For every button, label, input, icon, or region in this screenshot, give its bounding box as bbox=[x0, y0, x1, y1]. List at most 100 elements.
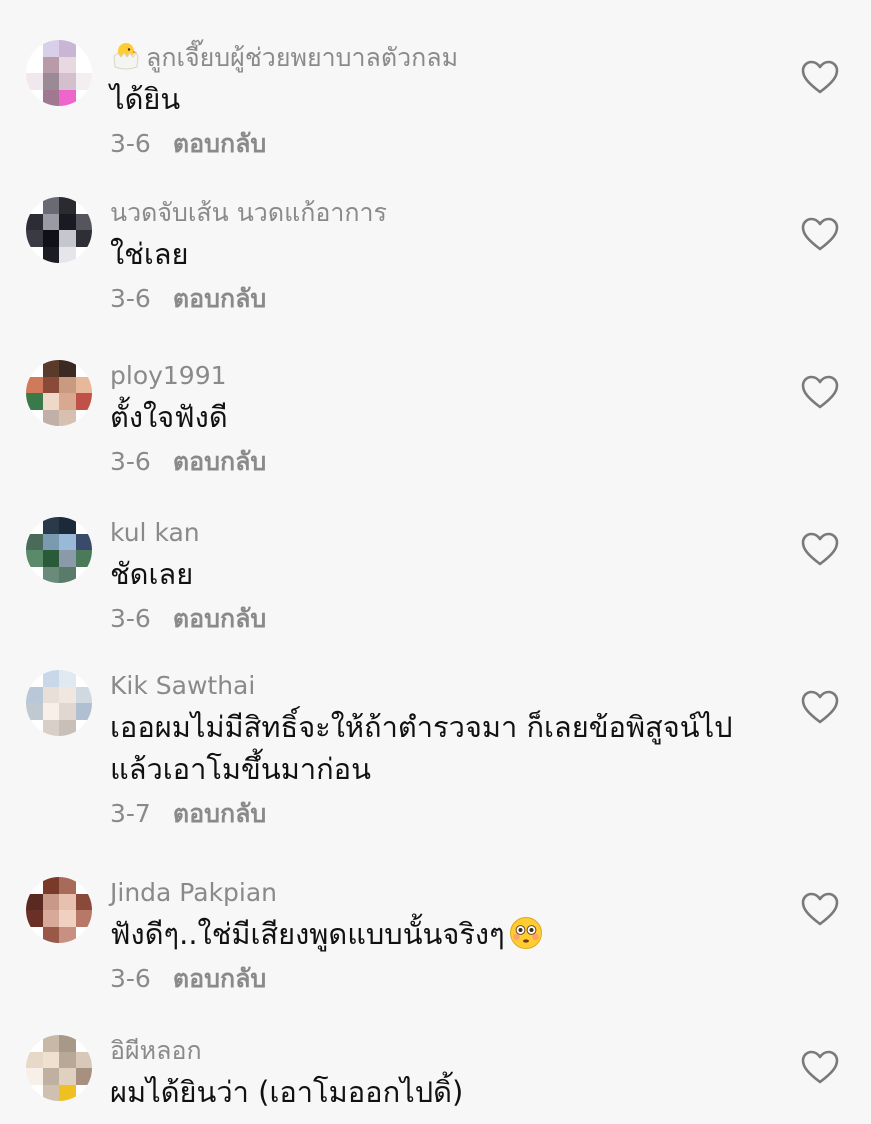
avatar-pixel bbox=[42, 197, 59, 214]
avatar-pixel bbox=[75, 360, 92, 377]
avatar-pixel bbox=[26, 1051, 43, 1068]
avatar-pixel bbox=[59, 409, 76, 426]
avatar-pixel bbox=[42, 40, 59, 57]
comment-date: 3-7 bbox=[110, 799, 151, 828]
avatar[interactable] bbox=[26, 197, 92, 263]
avatar-pixel bbox=[59, 719, 76, 736]
avatar-pixel bbox=[75, 409, 92, 426]
avatar-pixel bbox=[26, 197, 43, 214]
avatar-pixel bbox=[59, 703, 76, 720]
avatar-pixel bbox=[42, 73, 59, 90]
avatar-pixel bbox=[42, 670, 59, 687]
reply-button[interactable]: ตอบกลับ bbox=[173, 799, 266, 828]
reply-button[interactable]: ตอบกลับ bbox=[173, 129, 266, 158]
flushed-face-icon bbox=[509, 916, 543, 950]
heart-outline-icon[interactable] bbox=[800, 1048, 840, 1088]
username-text: Jinda Pakpian bbox=[110, 878, 278, 907]
avatar-pixel bbox=[75, 533, 92, 550]
comment-meta: 3-6 ตอบกลับ bbox=[110, 963, 771, 995]
reply-button[interactable]: ตอบกลับ bbox=[173, 447, 266, 476]
comment-text: ตั้งใจฟังดี bbox=[110, 396, 771, 438]
avatar-pixel bbox=[75, 910, 92, 927]
hatching-chick-icon bbox=[110, 40, 142, 72]
avatar-pixel bbox=[75, 670, 92, 687]
avatar-pixel bbox=[75, 1035, 92, 1052]
avatar-pixel bbox=[75, 246, 92, 263]
avatar-pixel bbox=[42, 517, 59, 534]
avatar-pixel bbox=[75, 393, 92, 410]
avatar-pixel bbox=[42, 1035, 59, 1052]
avatar-pixel bbox=[26, 1035, 43, 1052]
comment-text: ชัดเลย bbox=[110, 553, 771, 595]
avatar-pixel bbox=[42, 703, 59, 720]
avatar-pixel bbox=[26, 360, 43, 377]
comment-username[interactable]: ploy1991 bbox=[110, 360, 771, 392]
avatar-pixel bbox=[59, 89, 76, 106]
username-text: ploy1991 bbox=[110, 361, 227, 390]
comment-date: 3-6 bbox=[110, 129, 151, 158]
avatar[interactable] bbox=[26, 517, 92, 583]
comment-username[interactable]: อิผีหลอก bbox=[110, 1035, 771, 1067]
username-text: Kik Sawthai bbox=[110, 671, 256, 700]
avatar-pixel bbox=[75, 517, 92, 534]
avatar[interactable] bbox=[26, 360, 92, 426]
comment-username[interactable]: Jinda Pakpian bbox=[110, 877, 771, 909]
avatar-pixel bbox=[26, 56, 43, 73]
avatar[interactable] bbox=[26, 670, 92, 736]
avatar-pixel bbox=[59, 533, 76, 550]
avatar-pixel bbox=[42, 230, 59, 247]
comment-username[interactable]: Kik Sawthai bbox=[110, 670, 771, 702]
avatar[interactable] bbox=[26, 877, 92, 943]
avatar[interactable] bbox=[26, 40, 92, 106]
heart-outline-icon[interactable] bbox=[800, 890, 840, 930]
reply-button[interactable]: ตอบกลับ bbox=[173, 964, 266, 993]
comment-meta: 3-6 ตอบกลับ bbox=[110, 446, 771, 478]
avatar-pixel bbox=[42, 910, 59, 927]
avatar-pixel bbox=[75, 893, 92, 910]
avatar-pixel bbox=[26, 376, 43, 393]
avatar-pixel bbox=[75, 550, 92, 567]
avatar-pixel bbox=[42, 246, 59, 263]
reply-button[interactable]: ตอบกลับ bbox=[173, 604, 266, 633]
avatar-pixel bbox=[75, 197, 92, 214]
comment-username[interactable]: kul kan bbox=[110, 517, 771, 549]
comment-username[interactable]: ลูกเจี๊ยบผู้ช่วยพยาบาลตัวกลม bbox=[110, 40, 771, 74]
avatar-pixel bbox=[26, 517, 43, 534]
avatar-pixel bbox=[59, 40, 76, 57]
comment-body: นวดจับเส้น นวดแก้อาการ ใช่เลย 3-6 ตอบกลับ bbox=[110, 197, 771, 315]
avatar-pixel bbox=[59, 670, 76, 687]
avatar-pixel bbox=[59, 1068, 76, 1085]
avatar-pixel bbox=[26, 926, 43, 943]
avatar-pixel bbox=[26, 686, 43, 703]
heart-outline-icon[interactable] bbox=[800, 530, 840, 570]
heart-outline-icon[interactable] bbox=[800, 373, 840, 413]
heart-outline-icon[interactable] bbox=[800, 688, 840, 728]
comment-text: ใช่เลย bbox=[110, 233, 771, 275]
comment-date: 3-6 bbox=[110, 447, 151, 476]
avatar-pixel bbox=[59, 73, 76, 90]
username-text: ลูกเจี๊ยบผู้ช่วยพยาบาลตัวกลม bbox=[146, 43, 459, 72]
avatar-pixel bbox=[59, 550, 76, 567]
comment-username[interactable]: นวดจับเส้น นวดแก้อาการ bbox=[110, 197, 771, 229]
avatar-pixel bbox=[75, 40, 92, 57]
avatar-pixel bbox=[59, 230, 76, 247]
avatar[interactable] bbox=[26, 1035, 92, 1101]
reply-button[interactable]: ตอบกลับ bbox=[173, 284, 266, 313]
avatar-pixel bbox=[75, 56, 92, 73]
avatar-pixel bbox=[75, 719, 92, 736]
avatar-pixel bbox=[42, 686, 59, 703]
comment-body: kul kan ชัดเลย 3-6 ตอบกลับ bbox=[110, 517, 771, 635]
comment-text-content: ตั้งใจฟังดี bbox=[110, 400, 228, 434]
comment-text: ได้ยิน bbox=[110, 78, 771, 120]
avatar-pixel bbox=[59, 360, 76, 377]
comment-text: เออผมไม่มีสิทธิ์จะให้ถ้าตำรวจมา ก็เลยข้อ… bbox=[110, 706, 771, 790]
username-text: อิผีหลอก bbox=[110, 1036, 202, 1065]
avatar-pixel bbox=[59, 393, 76, 410]
avatar-pixel bbox=[75, 926, 92, 943]
avatar-pixel bbox=[42, 393, 59, 410]
avatar-pixel bbox=[42, 877, 59, 894]
heart-outline-icon[interactable] bbox=[800, 58, 840, 98]
avatar-pixel bbox=[59, 1035, 76, 1052]
avatar-pixel bbox=[42, 89, 59, 106]
heart-outline-icon[interactable] bbox=[800, 215, 840, 255]
